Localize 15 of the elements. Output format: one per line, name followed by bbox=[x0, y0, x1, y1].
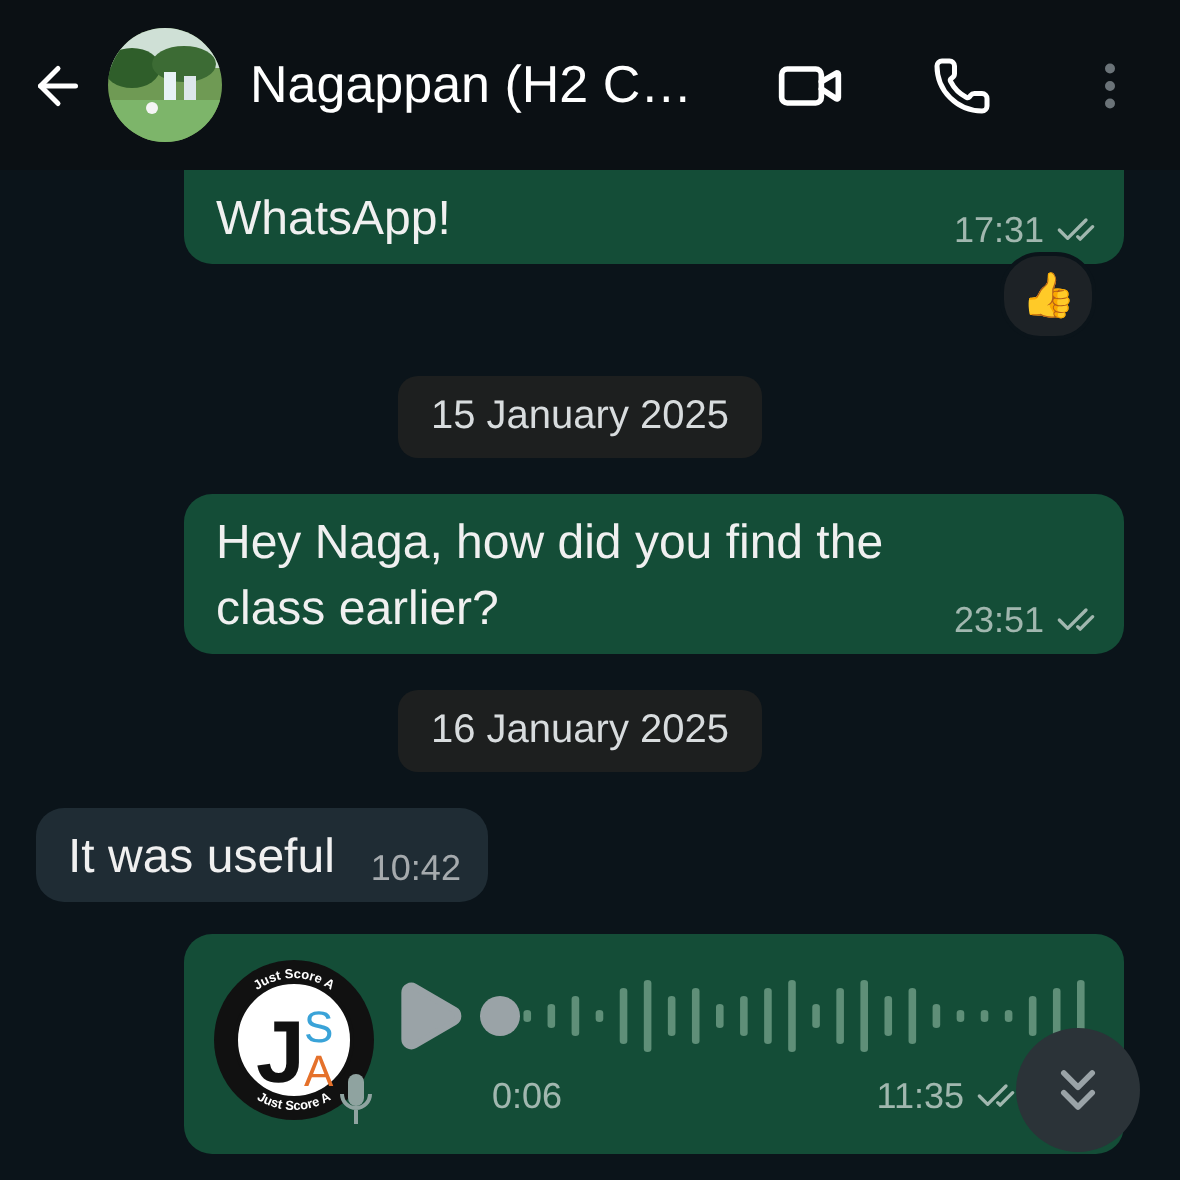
date-label: 15 January 2025 bbox=[398, 376, 761, 458]
message-time: 23:51 bbox=[953, 598, 1044, 642]
microphone-icon bbox=[340, 1074, 372, 1126]
reaction[interactable]: 👍 bbox=[1000, 252, 1096, 340]
message-time: 17:31 bbox=[953, 208, 1044, 252]
message-text: Hey Naga, how did you find the class earlier? bbox=[216, 514, 886, 640]
message-time: 11:35 bbox=[876, 1074, 964, 1118]
message-text: WhatsApp! bbox=[216, 190, 451, 250]
slider-thumb[interactable] bbox=[480, 996, 520, 1036]
voice-duration: 0:06 bbox=[492, 1075, 563, 1117]
message-text: It was useful bbox=[68, 828, 335, 888]
phone-icon[interactable] bbox=[932, 55, 992, 115]
date-label: 16 January 2025 bbox=[398, 690, 761, 772]
contact-name[interactable]: Nagappan (H2 C… bbox=[250, 54, 756, 116]
message-time: 10:42 bbox=[370, 846, 461, 890]
